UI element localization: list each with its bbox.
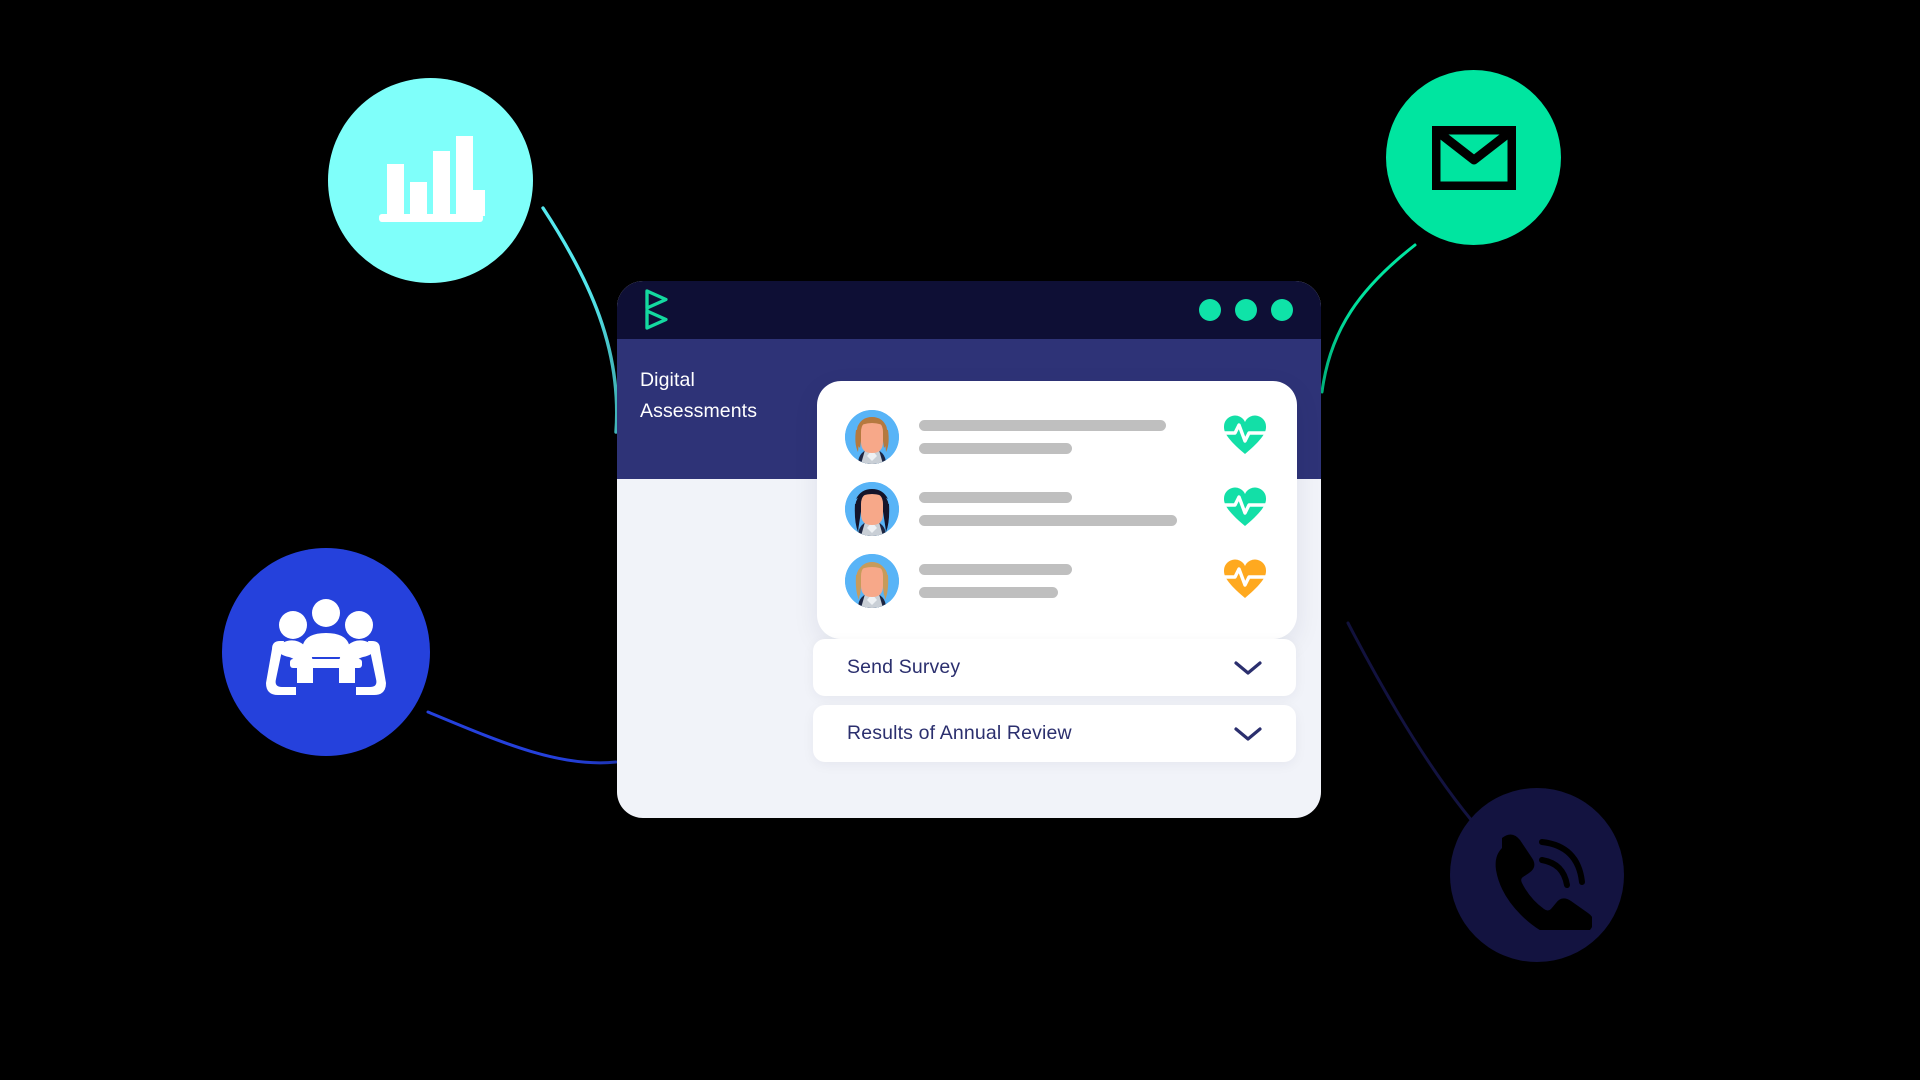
skeleton-line: [919, 587, 1059, 598]
app-window: Digital Assessments Send Survey Results …: [617, 281, 1321, 818]
meeting-people-icon: [266, 599, 386, 695]
avatar: [845, 410, 899, 464]
heart-pulse-icon: [1223, 415, 1267, 459]
phone-call-icon: [1495, 834, 1592, 930]
accordion: Send Survey Results of Annual Review: [813, 639, 1296, 771]
window-dot-close[interactable]: [1199, 299, 1221, 321]
avatar: [845, 554, 899, 608]
brand-b-logo: [645, 289, 668, 330]
window-dot-maximize[interactable]: [1271, 299, 1293, 321]
envelope-icon: [1431, 125, 1516, 190]
list-item[interactable]: [817, 401, 1297, 473]
sidebar-title: Digital Assessments: [640, 369, 758, 422]
window-controls: [1199, 299, 1293, 321]
window-body: Digital Assessments Send Survey Results …: [617, 339, 1321, 818]
accordion-label: Results of Annual Review: [847, 722, 1072, 744]
accordion-item-results-annual-review[interactable]: Results of Annual Review: [813, 705, 1296, 762]
skeleton-lines: [919, 492, 1203, 526]
bar-chart-icon: [378, 135, 485, 222]
skeleton-lines: [919, 420, 1203, 454]
people-card: [817, 381, 1297, 639]
sidebar: Digital Assessments: [617, 339, 797, 479]
badge-bar-chart: [328, 78, 533, 283]
heart-pulse-icon: [1223, 487, 1267, 531]
illustration-stage: Digital Assessments Send Survey Results …: [0, 0, 1920, 1080]
accordion-label: Send Survey: [847, 656, 961, 678]
chevron-down-icon[interactable]: [1233, 725, 1263, 743]
connector-mail-to-window: [1320, 243, 1417, 394]
skeleton-lines: [919, 564, 1203, 598]
skeleton-line: [919, 515, 1178, 526]
avatar: [845, 482, 899, 536]
list-item[interactable]: [817, 545, 1297, 617]
skeleton-line: [919, 564, 1073, 575]
window-dot-minimize[interactable]: [1235, 299, 1257, 321]
skeleton-line: [919, 492, 1073, 503]
badge-mail: [1386, 70, 1561, 245]
badge-meeting: [222, 548, 430, 756]
badge-phone: [1450, 788, 1624, 962]
connector-chart-to-window: [541, 206, 619, 434]
list-item[interactable]: [817, 473, 1297, 545]
skeleton-line: [919, 420, 1167, 431]
skeleton-line: [919, 443, 1073, 454]
accordion-item-send-survey[interactable]: Send Survey: [813, 639, 1296, 696]
heart-pulse-icon: [1223, 559, 1267, 603]
chevron-down-icon[interactable]: [1233, 659, 1263, 677]
connector-meeting-to-window: [426, 710, 618, 765]
window-titlebar: [617, 281, 1321, 339]
